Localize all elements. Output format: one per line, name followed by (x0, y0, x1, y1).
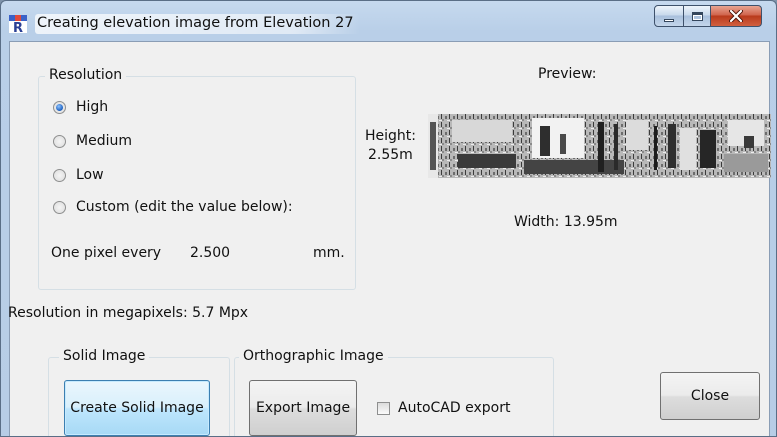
create-solid-image-button[interactable]: Create Solid Image (64, 380, 210, 436)
elevation-preview-graphic (428, 114, 771, 178)
maximize-icon (691, 11, 703, 21)
radio-custom-label: Custom (edit the value below): (76, 199, 293, 215)
close-button[interactable]: Close (660, 372, 760, 420)
radio-low-label: Low (76, 167, 104, 183)
radio-custom-indicator[interactable] (53, 200, 66, 214)
dialog-window: R Creating elevation image from Elevatio… (0, 0, 777, 437)
export-image-button[interactable]: Export Image (249, 380, 357, 436)
window-title: Creating elevation image from Elevation … (35, 14, 360, 34)
autocad-export-label: AutoCAD export (398, 400, 511, 416)
radio-custom[interactable]: Custom (edit the value below): (53, 199, 293, 215)
autocad-export-checkbox[interactable] (377, 401, 390, 415)
radio-selected-dot (56, 103, 63, 111)
dialog-client-area: Resolution High Medium Low Custom (edit … (8, 41, 771, 436)
minimize-button[interactable] (654, 5, 684, 27)
radio-high-indicator[interactable] (53, 100, 66, 114)
preview-title: Preview: (538, 66, 597, 82)
solid-image-legend: Solid Image (59, 348, 150, 364)
radio-medium-label: Medium (76, 133, 132, 149)
resolution-group: Resolution High Medium Low Custom (edit … (38, 67, 356, 290)
title-bar[interactable]: R Creating elevation image from Elevatio… (1, 1, 776, 41)
pixel-every-label: One pixel every (51, 245, 162, 261)
solid-image-group: Solid Image Create Solid Image (48, 348, 230, 436)
megapixels-text: Resolution in megapixels: 5.7 Mpx (8, 305, 249, 321)
preview-height-label: Height: (365, 128, 416, 144)
autocad-export-checkbox-row[interactable]: AutoCAD export (377, 400, 510, 416)
radio-medium[interactable]: Medium (53, 133, 132, 149)
radio-low[interactable]: Low (53, 167, 104, 183)
orthographic-image-group: Orthographic Image Export Image AutoCAD … (234, 348, 554, 436)
close-icon (729, 10, 743, 22)
maximize-button[interactable] (683, 5, 711, 27)
elevation-preview-image (428, 114, 771, 178)
pixel-value-input[interactable]: 2.500 (190, 245, 230, 261)
minimize-icon (664, 18, 674, 22)
orthographic-image-legend: Orthographic Image (239, 348, 388, 364)
preview-width-text: Width: 13.95m (514, 214, 618, 230)
radio-medium-indicator[interactable] (53, 134, 66, 148)
close-window-button[interactable] (710, 5, 762, 27)
resolution-legend: Resolution (45, 67, 127, 83)
radio-low-indicator[interactable] (53, 168, 66, 182)
app-icon: R (9, 15, 27, 33)
pixel-unit-label: mm. (313, 245, 345, 261)
radio-high[interactable]: High (53, 99, 108, 115)
preview-height-value: 2.55m (368, 147, 413, 163)
radio-high-label: High (76, 99, 109, 115)
svg-text:R: R (13, 21, 23, 33)
